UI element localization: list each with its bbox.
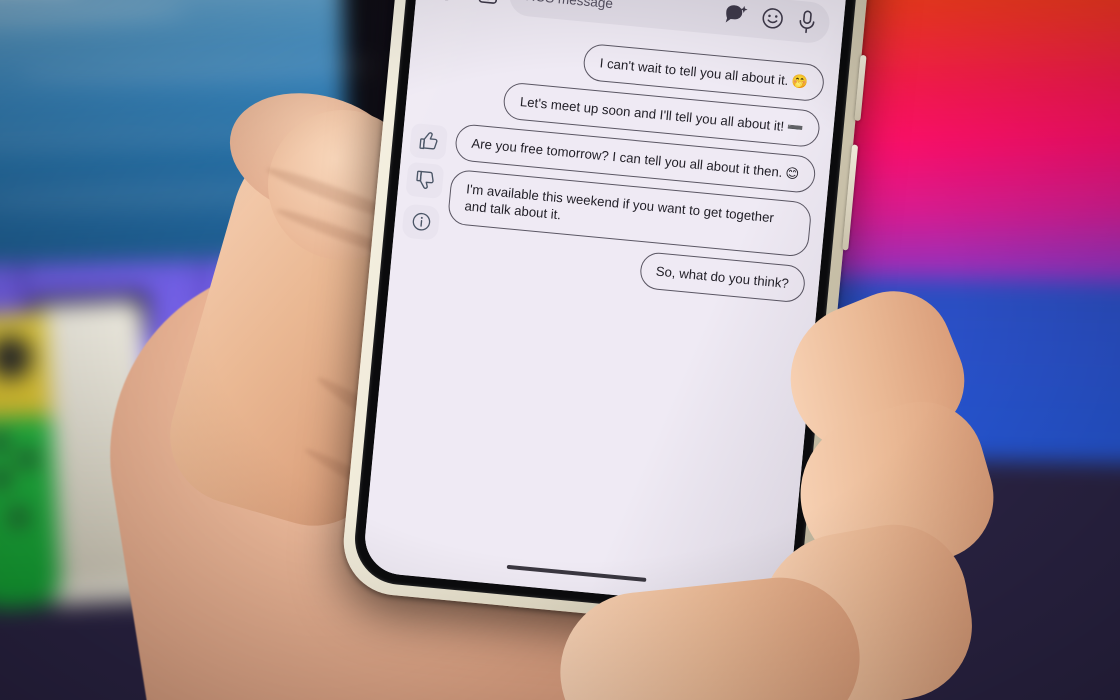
- phone-screen: I have a secret to tell, But I'll save i…: [361, 0, 861, 612]
- suggestion-text: I can't wait to tell you all about it.: [599, 55, 790, 88]
- photo-scene: I have a secret to tell, But I'll save i…: [0, 0, 1120, 700]
- suggestion-text: Let's meet up soon and I'll tell you all…: [519, 93, 785, 134]
- suggestion-text: So, what do you think?: [655, 263, 790, 291]
- suggestion-text: Are you free tomorrow? I can tell you al…: [470, 135, 784, 181]
- gallery-camera-icon[interactable]: [470, 0, 500, 6]
- magic-compose-suggestions: I can't wait to tell you all about it. 🤭 …: [362, 16, 841, 611]
- nintendo-switch-console: [0, 292, 158, 616]
- suggestion-chip[interactable]: So, what do you think?: [638, 250, 807, 304]
- microphone-icon[interactable]: [795, 8, 818, 35]
- plus-circle-icon[interactable]: [432, 0, 461, 3]
- suggestion-emoji: 😊: [784, 165, 800, 182]
- thumbs-up-icon[interactable]: [409, 122, 449, 160]
- emoji-smiley-icon[interactable]: [760, 6, 786, 32]
- suggestion-emoji: ➖: [786, 119, 805, 136]
- magic-compose-sparkle-icon[interactable]: [723, 3, 750, 27]
- suggestion-emoji: 🤭: [790, 73, 809, 90]
- thumbs-down-icon[interactable]: [405, 161, 445, 199]
- info-icon[interactable]: [401, 203, 441, 241]
- suggestion-chip-list: I can't wait to tell you all about it. 🤭 …: [443, 31, 826, 304]
- phone-bezel: I have a secret to tell, But I'll save i…: [350, 0, 872, 623]
- suggestion-text: I'm available this weekend if you want t…: [463, 181, 775, 226]
- message-input-placeholder: RCS message: [525, 0, 713, 20]
- messages-conversation-screen: I have a secret to tell, But I'll save i…: [361, 0, 861, 612]
- phone-device: I have a secret to tell, But I'll save i…: [338, 0, 884, 635]
